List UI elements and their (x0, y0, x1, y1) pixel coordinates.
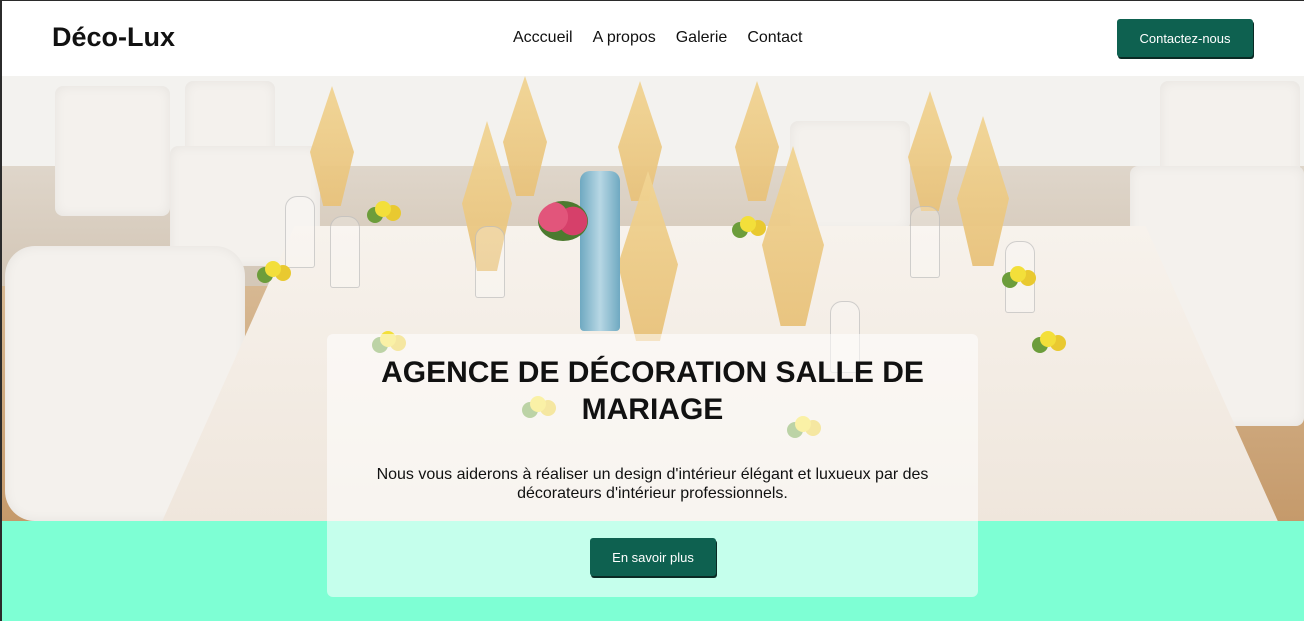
site-header: Déco-Lux Acccueil A propos Galerie Conta… (0, 0, 1304, 76)
main-nav: Acccueil A propos Galerie Contact (513, 29, 802, 47)
daffodil (265, 261, 281, 277)
nav-link-galerie[interactable]: Galerie (676, 29, 728, 47)
wine-glass (330, 216, 360, 288)
water-bottle (580, 171, 620, 331)
chair (55, 86, 170, 216)
nav-link-contact[interactable]: Contact (747, 29, 802, 47)
site-logo[interactable]: Déco-Lux (52, 22, 175, 53)
nav-link-accueil[interactable]: Acccueil (513, 29, 573, 47)
daffodil (375, 201, 391, 217)
nav-link-a-propos[interactable]: A propos (593, 29, 656, 47)
learn-more-button[interactable]: En savoir plus (590, 538, 716, 576)
window-border-left (0, 0, 2, 621)
daffodil (740, 216, 756, 232)
contact-button[interactable]: Contactez-nous (1117, 19, 1253, 57)
hero-title: AGENCE DE DÉCORATION SALLE DE MARIAGE (381, 356, 924, 426)
rose-bouquet (538, 201, 588, 241)
wine-glass (475, 226, 505, 298)
hero-subtitle: Nous vous aiderons à réaliser un design … (376, 466, 929, 502)
wine-glass (285, 196, 315, 268)
window-border-top (0, 0, 1304, 1)
daffodil (1040, 331, 1056, 347)
hero-card: AGENCE DE DÉCORATION SALLE DE MARIAGE No… (327, 334, 978, 597)
wine-glass (910, 206, 940, 278)
daffodil (1010, 266, 1026, 282)
